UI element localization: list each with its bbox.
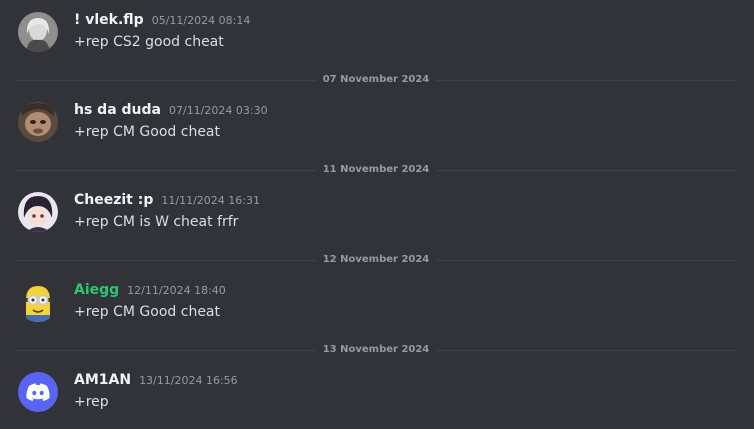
message-item: hs da duda 07/11/2024 03:30 +rep CM Good… (0, 102, 754, 154)
divider-date: 13 November 2024 (316, 343, 436, 357)
avatar[interactable] (18, 192, 58, 232)
avatar[interactable] (18, 372, 58, 412)
discord-default-avatar-icon (18, 372, 58, 412)
divider-date: 07 November 2024 (316, 73, 436, 87)
message-header: Cheezit :p 11/11/2024 16:31 (74, 192, 260, 212)
timestamp: 12/11/2024 18:40 (127, 284, 226, 297)
avatar[interactable] (18, 12, 58, 52)
date-divider: 13 November 2024 (16, 343, 736, 357)
avatar[interactable] (18, 102, 58, 142)
username[interactable]: AM1AN (74, 372, 131, 388)
minion-avatar-icon (18, 282, 58, 322)
avatar[interactable] (18, 282, 58, 322)
date-divider: 11 November 2024 (16, 163, 736, 177)
user-avatar-icon (18, 12, 58, 52)
message-header: Aiegg 12/11/2024 18:40 (74, 282, 226, 302)
user-avatar-icon (18, 102, 58, 142)
message-item: AM1AN 13/11/2024 16:56 +rep (0, 372, 754, 424)
message-content: +rep CM Good cheat (74, 304, 221, 320)
date-divider: 12 November 2024 (16, 253, 736, 267)
timestamp: 11/11/2024 16:31 (161, 194, 260, 207)
timestamp: 13/11/2024 16:56 (139, 374, 238, 387)
message-header: AM1AN 13/11/2024 16:56 (74, 372, 238, 392)
divider-date: 11 November 2024 (316, 163, 436, 177)
username[interactable]: ! vlek.flp (74, 12, 144, 28)
message-content: +rep CM is W cheat frfr (74, 214, 239, 230)
message-content: +rep CS2 good cheat (74, 34, 224, 50)
username[interactable]: Aiegg (74, 282, 119, 298)
user-avatar-icon (18, 192, 58, 232)
message-content: +rep CM Good cheat (74, 124, 221, 140)
username[interactable]: Cheezit :p (74, 192, 153, 208)
message-item: Aiegg 12/11/2024 18:40 +rep CM Good chea… (0, 282, 754, 334)
message-header: hs da duda 07/11/2024 03:30 (74, 102, 268, 122)
message-header: ! vlek.flp 05/11/2024 08:14 (74, 12, 250, 32)
timestamp: 05/11/2024 08:14 (151, 14, 251, 27)
divider-date: 12 November 2024 (316, 253, 436, 267)
message-content: +rep (74, 394, 109, 410)
date-divider: 07 November 2024 (16, 73, 736, 87)
username[interactable]: hs da duda (74, 102, 161, 118)
message-item: ! vlek.flp 05/11/2024 08:14 +rep CS2 goo… (0, 12, 754, 64)
message-item: Cheezit :p 11/11/2024 16:31 +rep CM is W… (0, 192, 754, 244)
chat-message-list: ! vlek.flp 05/11/2024 08:14 +rep CS2 goo… (0, 0, 754, 429)
timestamp: 07/11/2024 03:30 (168, 104, 268, 117)
